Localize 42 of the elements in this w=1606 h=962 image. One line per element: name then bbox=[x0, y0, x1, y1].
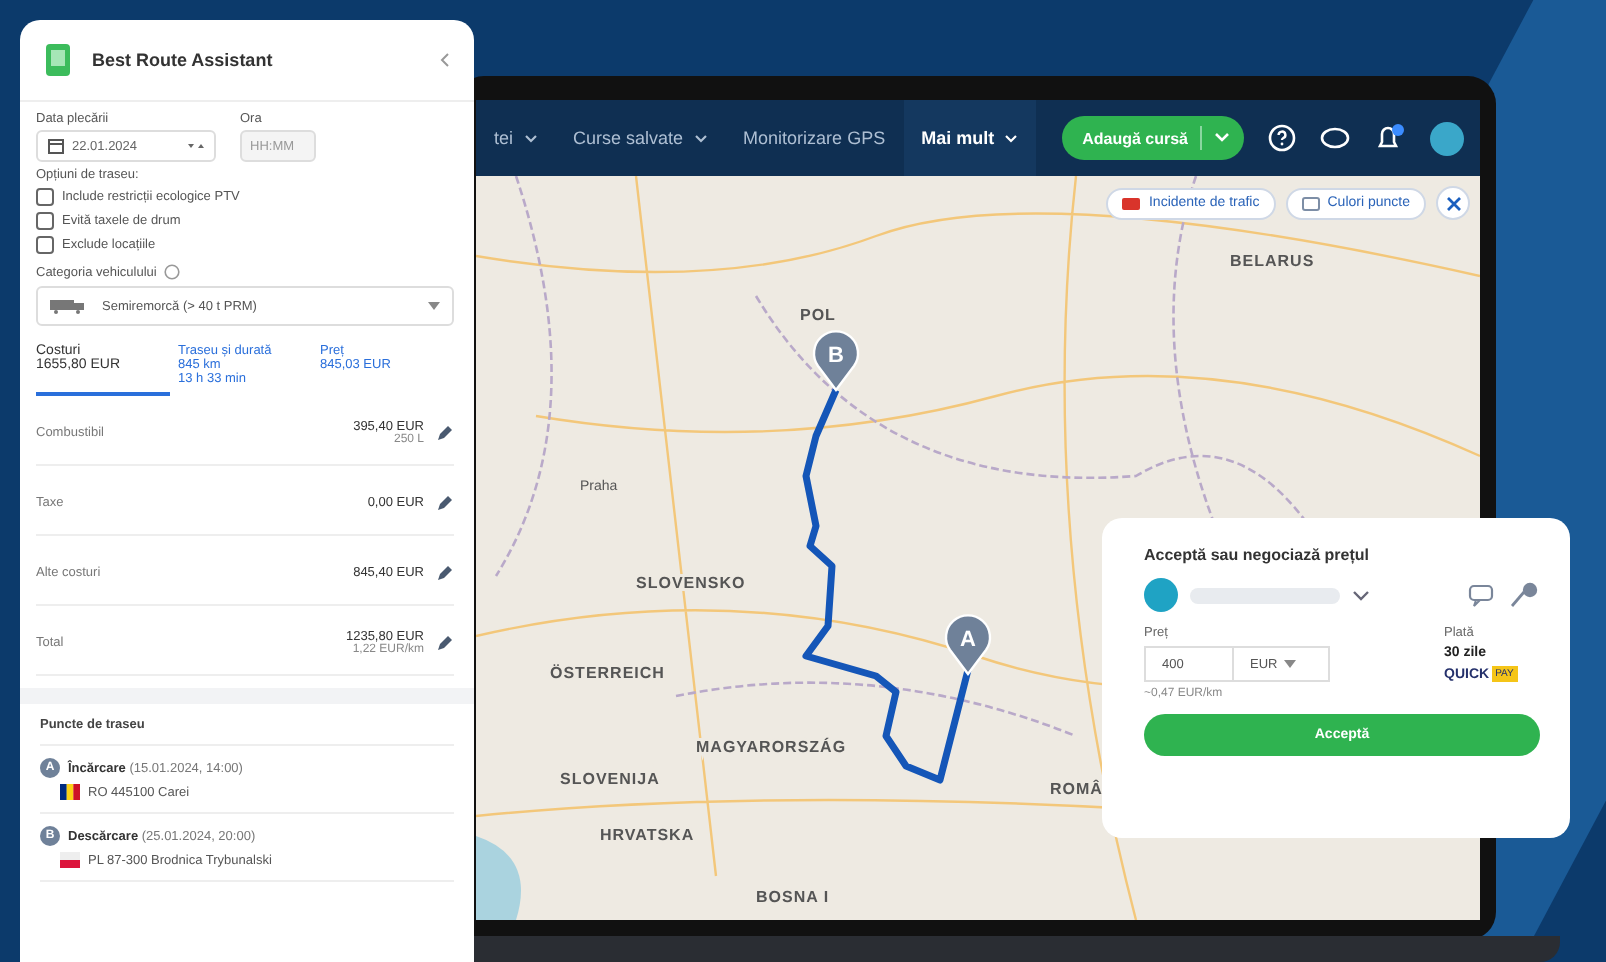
caret-icon bbox=[1283, 660, 1296, 668]
map-pin-icon[interactable]: B bbox=[812, 330, 860, 392]
checkbox[interactable] bbox=[36, 212, 54, 230]
panel-title: Best Route Assistant bbox=[92, 50, 275, 70]
nav-tab[interactable]: Mai mult bbox=[903, 100, 1037, 176]
checkbox[interactable] bbox=[36, 188, 54, 206]
card-title: Acceptă sau negociază prețul bbox=[1144, 546, 1371, 564]
pencil-icon[interactable] bbox=[436, 564, 454, 582]
checkbox[interactable] bbox=[36, 236, 54, 254]
nav-tab[interactable]: Monitorizare GPS bbox=[725, 100, 904, 176]
pencil-icon[interactable] bbox=[436, 424, 454, 442]
truck-icon bbox=[50, 298, 86, 314]
flag-icon bbox=[60, 852, 80, 868]
help-icon[interactable] bbox=[1268, 124, 1296, 152]
nav-tab[interactable]: Curse salvate bbox=[555, 100, 726, 176]
map-label: BOSNA I bbox=[756, 888, 830, 906]
share-icon[interactable] bbox=[1508, 580, 1540, 610]
flag-icon bbox=[60, 784, 80, 800]
pencil-icon[interactable] bbox=[436, 634, 454, 652]
map-label: POL bbox=[800, 306, 836, 324]
phone-icon bbox=[44, 42, 72, 78]
caret-icon bbox=[1214, 132, 1230, 144]
info-icon bbox=[164, 264, 181, 280]
map-label: HRVATSKA bbox=[600, 826, 695, 844]
map-label: BELARUS bbox=[1230, 252, 1315, 270]
traffic-icon bbox=[1122, 195, 1141, 211]
map-pin-icon[interactable]: A bbox=[944, 614, 992, 676]
map-label: ROMÂ bbox=[1050, 780, 1103, 798]
map-label: SLOVENIJA bbox=[560, 770, 660, 788]
rectangle-icon bbox=[1301, 195, 1320, 211]
stepper-icon[interactable] bbox=[188, 141, 204, 151]
calendar-icon bbox=[48, 138, 64, 154]
chat-icon[interactable] bbox=[1320, 126, 1350, 150]
avatar[interactable] bbox=[1430, 121, 1464, 155]
avatar bbox=[1144, 578, 1178, 612]
nav-tab[interactable]: tei bbox=[476, 100, 556, 176]
pencil-icon[interactable] bbox=[436, 494, 454, 512]
map-label: ÖSTERREICH bbox=[550, 664, 665, 682]
chevron-down-icon[interactable] bbox=[1352, 589, 1370, 601]
caret-icon bbox=[428, 302, 440, 310]
close-icon bbox=[1445, 195, 1461, 211]
chevron-left-icon[interactable] bbox=[440, 52, 450, 68]
